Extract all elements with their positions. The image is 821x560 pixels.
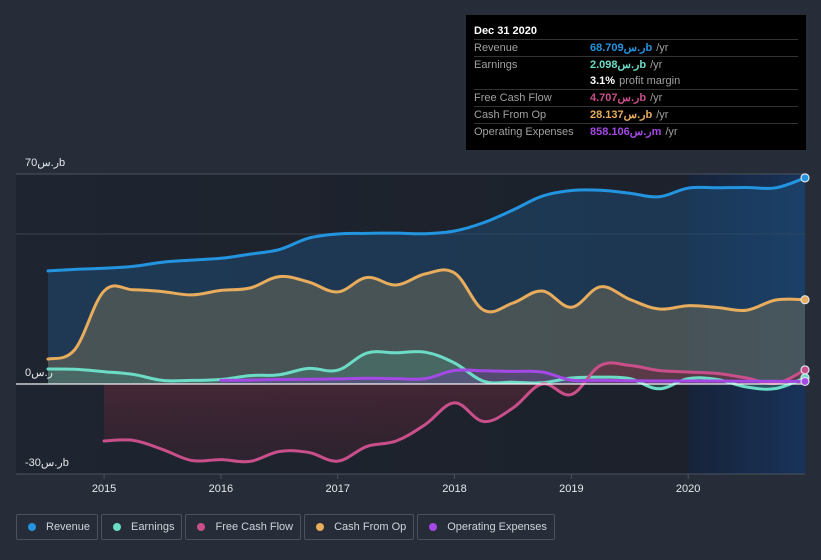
tooltip-value: 28.137ر.سb <box>590 109 653 121</box>
tooltip-row: Operating Expenses 858.106ر.سm/yr <box>474 124 798 140</box>
tooltip-label: Revenue <box>474 42 519 54</box>
tooltip-value: 858.106ر.سm <box>590 126 662 138</box>
tooltip-label: Free Cash Flow <box>474 92 552 104</box>
x-tick-label: 2018 <box>442 483 466 495</box>
tooltip-unit: /yr <box>650 59 663 71</box>
tooltip: Dec 31 2020 Revenue 68.709ر.سb/yr Earnings… <box>466 15 806 150</box>
tooltip-label <box>474 73 590 89</box>
end-marker-revenue <box>800 173 810 183</box>
tooltip-row: Earnings 2.098ر.سb/yr <box>474 57 798 73</box>
x-tick-label: 2015 <box>92 483 116 495</box>
legend-dot-icon <box>113 523 122 531</box>
legend-item-cash-from-op[interactable]: Cash From Op <box>304 514 415 540</box>
y-tick-label: -30ر.سb <box>25 457 69 469</box>
tooltip-value: 68.709ر.سb <box>590 42 653 54</box>
tooltip-row: Cash From Op 28.137ر.سb/yr <box>474 107 798 124</box>
end-marker-free-cash-flow <box>800 365 810 375</box>
tooltip-row: Free Cash Flow 4.707ر.سb/yr <box>474 90 798 107</box>
legend-label: Operating Expenses <box>447 521 547 533</box>
legend-dot-icon <box>28 523 36 531</box>
end-marker-operating-expenses <box>800 376 810 387</box>
legend-dot-icon <box>316 523 325 531</box>
x-tick-label: 2017 <box>325 483 349 495</box>
tooltip-value: 4.707ر.سb <box>590 92 647 104</box>
tooltip-value: 3.1% <box>590 75 616 87</box>
tooltip-unit: profit margin <box>619 75 681 87</box>
tooltip-date: Dec 31 2020 <box>474 23 798 40</box>
x-tick-label: 2016 <box>209 483 233 495</box>
legend-item-revenue[interactable]: Revenue <box>16 514 99 540</box>
tooltip-label: Earnings <box>474 59 518 71</box>
tooltip-label: Operating Expenses <box>474 126 574 138</box>
y-tick-label: 0ر.س <box>25 367 53 379</box>
tooltip-label: Cash From Op <box>474 109 547 121</box>
legend-label: Revenue <box>46 521 91 533</box>
end-marker-cash-from-op <box>800 295 810 305</box>
tooltip-unit: /yr <box>665 126 678 138</box>
legend-item-operating-expenses[interactable]: Operating Expenses <box>417 514 555 540</box>
tooltip-unit: /yr <box>656 109 669 121</box>
legend-item-free-cash-flow[interactable]: Free Cash Flow <box>185 514 302 540</box>
legend: Revenue Earnings Free Cash Flow Cash From O… <box>16 514 555 540</box>
legend-label: Earnings <box>131 521 175 533</box>
legend-label: Cash From Op <box>334 521 407 533</box>
y-tick-label: 70ر.سb <box>25 157 65 169</box>
x-tick-label: 2019 <box>559 483 583 495</box>
legend-dot-icon <box>197 523 206 531</box>
tooltip-unit: /yr <box>650 92 663 104</box>
legend-label: Free Cash Flow <box>215 521 294 533</box>
tooltip-row: Revenue 68.709ر.سb/yr <box>474 40 798 57</box>
tooltip-row: 3.1% profit margin <box>474 73 798 90</box>
tooltip-value: 2.098ر.سb <box>590 59 647 71</box>
tooltip-unit: /yr <box>656 42 669 54</box>
x-tick-label: 2020 <box>676 483 700 495</box>
legend-item-earnings[interactable]: Earnings <box>101 514 183 540</box>
legend-dot-icon <box>429 523 438 531</box>
